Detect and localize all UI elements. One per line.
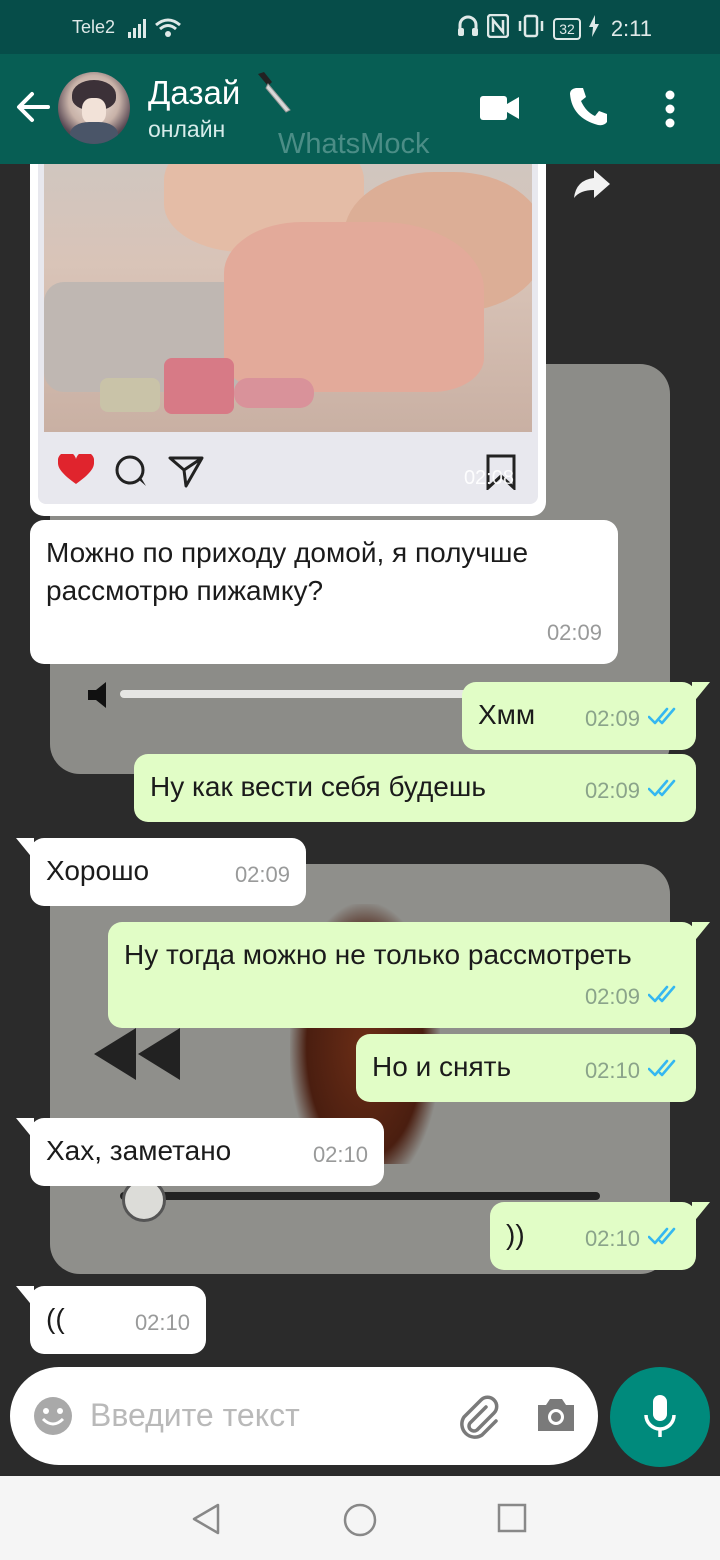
message-outgoing[interactable]: Ну тогда можно не только рассмотреть 02:… bbox=[108, 922, 710, 1028]
message-incoming[interactable]: Хах, заметано 02:10 bbox=[16, 1118, 384, 1186]
charging-icon bbox=[588, 15, 599, 43]
system-nav-bar bbox=[0, 1476, 720, 1560]
nfc-icon bbox=[486, 13, 510, 44]
post-photo bbox=[44, 164, 532, 432]
message-input[interactable]: Введите текст bbox=[90, 1397, 300, 1434]
vibrate-icon bbox=[517, 14, 545, 44]
shared-post: 02:08 bbox=[38, 164, 538, 504]
heart-icon[interactable] bbox=[57, 451, 95, 491]
message-text: Ну тогда можно не только рассмотреть bbox=[124, 939, 632, 970]
more-vertical-icon[interactable] bbox=[664, 90, 676, 133]
nav-back-icon[interactable] bbox=[190, 1502, 222, 1541]
wallpaper-rewind-icon bbox=[94, 1028, 180, 1080]
chat-header: Дазай онлайн WhatsMock bbox=[0, 54, 720, 164]
emoji-icon[interactable] bbox=[32, 1395, 74, 1442]
message-time: 02:10 bbox=[584, 1058, 640, 1083]
read-ticks-icon bbox=[647, 772, 680, 810]
post-actions bbox=[52, 451, 530, 494]
back-arrow-icon[interactable] bbox=[14, 88, 52, 131]
image-message[interactable]: 02:08 bbox=[30, 164, 546, 516]
signal-wifi-icon bbox=[128, 16, 184, 46]
clock: 2:11 bbox=[610, 16, 652, 41]
send-icon[interactable] bbox=[168, 454, 204, 493]
battery-level: 32 bbox=[553, 18, 581, 40]
phone-call-icon[interactable] bbox=[568, 86, 608, 133]
message-outgoing[interactable]: Но и снять 02:10 bbox=[356, 1034, 696, 1102]
avatar[interactable] bbox=[58, 72, 130, 144]
message-outgoing[interactable]: Хмм 02:09 bbox=[462, 682, 710, 750]
message-time: 02:10 bbox=[134, 1310, 190, 1335]
message-text: Но и снять bbox=[372, 1051, 512, 1082]
contact-name[interactable]: Дазай bbox=[148, 74, 240, 112]
nav-home-icon[interactable] bbox=[342, 1502, 378, 1543]
message-outgoing[interactable]: )) 02:10 bbox=[490, 1202, 710, 1270]
wallpaper-track bbox=[120, 1192, 600, 1200]
message-incoming[interactable]: Можно по приходу домой, я получше рассмо… bbox=[30, 520, 618, 664]
headphones-icon bbox=[457, 15, 479, 43]
message-incoming[interactable]: Хорошо 02:09 bbox=[16, 838, 306, 906]
camera-icon[interactable] bbox=[534, 1395, 578, 1440]
microphone-icon bbox=[644, 1395, 676, 1437]
message-text: )) bbox=[506, 1219, 525, 1250]
message-composer: Введите текст bbox=[10, 1367, 598, 1465]
message-text: Хах, заметано bbox=[46, 1135, 232, 1166]
message-text: Можно по приходу домой, я получше рассмо… bbox=[46, 537, 529, 606]
message-time: 02:09 bbox=[234, 862, 290, 887]
read-ticks-icon bbox=[647, 1052, 680, 1090]
contact-status: онлайн bbox=[148, 116, 226, 142]
message-time: 02:10 bbox=[312, 1142, 368, 1167]
knife-emoji-icon bbox=[254, 70, 294, 119]
read-ticks-icon bbox=[647, 700, 680, 738]
wallpaper-track bbox=[120, 690, 480, 698]
watermark: WhatsMock bbox=[278, 128, 430, 160]
message-time: 02:09 bbox=[584, 778, 640, 803]
nav-recents-icon[interactable] bbox=[496, 1502, 528, 1539]
message-text: Хорошо bbox=[46, 855, 150, 886]
message-outgoing[interactable]: Ну как вести себя будешь 02:09 bbox=[134, 754, 696, 822]
read-ticks-icon bbox=[647, 978, 680, 1016]
message-time: 02:09 bbox=[546, 620, 602, 645]
message-time: 02:09 bbox=[584, 984, 640, 1009]
message-text: Хмм bbox=[478, 699, 536, 730]
carrier-name: Tele2 bbox=[72, 17, 116, 37]
message-text: (( bbox=[46, 1303, 65, 1334]
attach-icon[interactable] bbox=[456, 1395, 500, 1444]
video-call-icon[interactable] bbox=[480, 94, 520, 127]
comment-icon[interactable] bbox=[114, 454, 148, 493]
message-incoming[interactable]: (( 02:10 bbox=[16, 1286, 206, 1354]
chat-area[interactable]: 02:08 Можно по приходу домой, я получше … bbox=[0, 164, 720, 1474]
forward-icon[interactable] bbox=[572, 168, 612, 205]
message-time: 02:09 bbox=[584, 706, 640, 731]
message-time: 02:10 bbox=[584, 1226, 640, 1251]
message-text: Ну как вести себя будешь bbox=[150, 771, 486, 802]
message-time: 02:08 bbox=[463, 467, 514, 489]
wallpaper-speaker-icon bbox=[88, 682, 106, 708]
voice-message-button[interactable] bbox=[610, 1367, 710, 1467]
read-ticks-icon bbox=[647, 1220, 680, 1258]
status-bar: Tele2 32 2:11 bbox=[0, 0, 720, 54]
